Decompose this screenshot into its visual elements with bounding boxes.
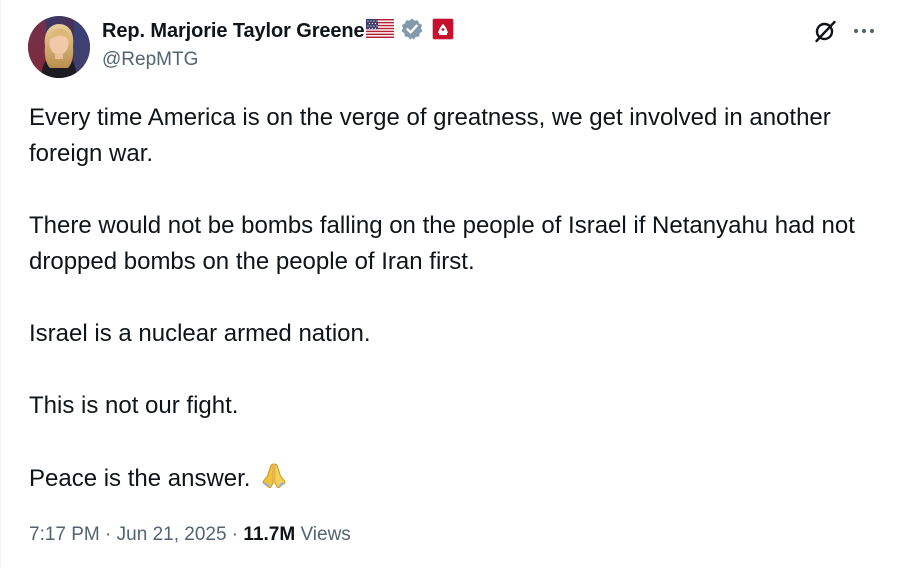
- verified-icon[interactable]: [400, 17, 424, 46]
- tweet-meta: 7:17 PM · Jun 21, 2025 · 11.7M Views: [29, 524, 351, 546]
- tweet-paragraph-last: Peace is the answer.: [29, 460, 869, 501]
- meta-separator: ·: [226, 524, 244, 545]
- tweet-time[interactable]: 7:17 PM: [29, 524, 100, 545]
- us-flag-icon: [365, 19, 394, 43]
- author-name-row: Rep. Marjorie Taylor Greene: [102, 17, 454, 46]
- more-options-icon[interactable]: [851, 21, 877, 41]
- tweet-paragraph: Israel is a nuclear armed nation.: [29, 320, 371, 347]
- tweet-paragraph: Every time America is on the verge of gr…: [29, 104, 831, 167]
- tweet-text: Every time America is on the verge of gr…: [29, 100, 869, 501]
- avatar-image: [28, 16, 90, 78]
- folded-hands-icon: [259, 460, 289, 501]
- views-label: Views: [300, 524, 351, 545]
- meta-separator: ·: [99, 524, 117, 545]
- tweet-paragraph: There would not be bombs falling on the …: [29, 212, 855, 275]
- avatar[interactable]: [28, 16, 90, 78]
- tweet-card: Rep. Marjorie Taylor Greene @RepMTG Ever…: [0, 0, 898, 568]
- affiliation-icon[interactable]: [431, 17, 454, 45]
- grok-icon[interactable]: [812, 18, 838, 44]
- tweet-date[interactable]: Jun 21, 2025: [117, 524, 227, 545]
- views-count[interactable]: 11.7M: [243, 524, 295, 545]
- author-handle[interactable]: @RepMTG: [102, 49, 198, 71]
- tweet-paragraph: Peace is the answer.: [29, 465, 251, 492]
- tweet-paragraph: This is not our fight.: [29, 392, 239, 419]
- display-name[interactable]: Rep. Marjorie Taylor Greene: [102, 20, 365, 43]
